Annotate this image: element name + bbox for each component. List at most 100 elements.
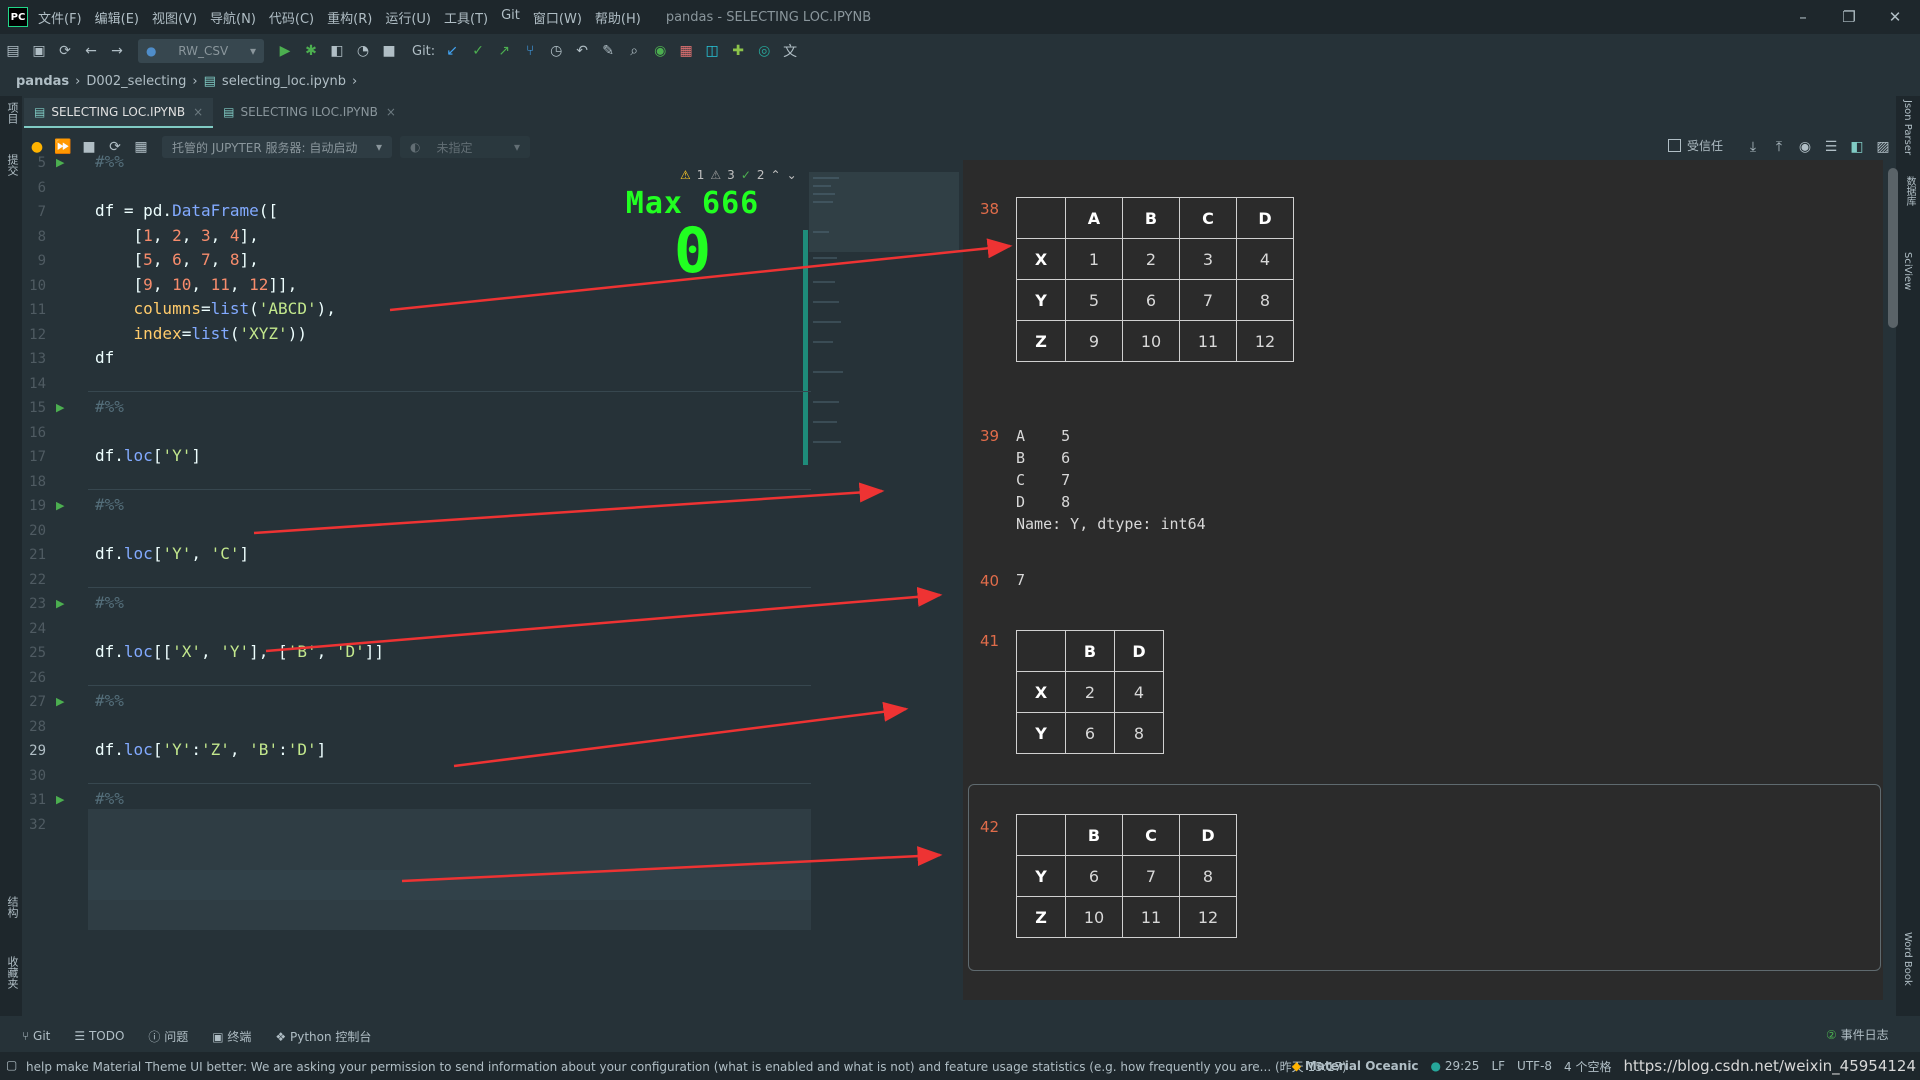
code-line[interactable]: #%% xyxy=(95,397,124,416)
split-view-icon[interactable]: ◧ xyxy=(1844,134,1870,160)
theme-indicator[interactable]: ◆ Material Oceanic xyxy=(1292,1059,1419,1073)
menu-item[interactable]: 视图(V) xyxy=(152,8,197,27)
minimize-button[interactable]: – xyxy=(1780,0,1826,34)
indent-setting[interactable]: 4 个空格 xyxy=(1564,1058,1611,1075)
sync-icon[interactable]: ⟳ xyxy=(52,38,78,64)
tab-selecting-loc[interactable]: ▤ SELECTING LOC.IPYNB × xyxy=(24,98,214,128)
code-line[interactable]: #%% xyxy=(95,593,124,612)
code-line[interactable]: index=list('XYZ')) xyxy=(95,324,307,343)
commit-tool-button[interactable]: 提交 xyxy=(4,154,20,176)
breadcrumb-project[interactable]: pandas xyxy=(16,74,69,89)
breadcrumb-folder[interactable]: D002_selecting xyxy=(86,74,186,89)
run-icon[interactable]: ▶ xyxy=(272,38,298,64)
save-all-icon[interactable]: ▣ xyxy=(26,38,52,64)
coverage-icon[interactable]: ◧ xyxy=(324,38,350,64)
debug-icon[interactable]: ✱ xyxy=(298,38,324,64)
download-icon[interactable]: ⤓ xyxy=(1740,134,1766,160)
code-line[interactable]: #%% xyxy=(95,789,124,808)
git-tool-button[interactable]: ⑂ Git xyxy=(22,1029,50,1043)
breadcrumb-file[interactable]: selecting_loc.ipynb xyxy=(222,74,346,89)
run-cell-icon[interactable]: ▶ xyxy=(56,401,64,414)
trusted-checkbox[interactable]: 受信任 xyxy=(1668,137,1723,154)
structure-icon[interactable]: ▦ xyxy=(673,38,699,64)
inspection-widget[interactable]: ⚠ 1 ⚠ 3 ✓ 2 ⌃ ⌄ xyxy=(680,166,810,184)
run-cell-icon[interactable]: ▶ xyxy=(56,695,64,708)
problems-tool-button[interactable]: ⓘ 问题 xyxy=(148,1028,188,1045)
restore-button[interactable]: ❐ xyxy=(1826,0,1872,34)
jupyter-server-select[interactable]: 托管的 JUPYTER 服务器: 自动启动 ▾ xyxy=(162,136,392,158)
variables-icon[interactable]: ▦ xyxy=(128,134,154,160)
sciview-tool-button[interactable]: SciView xyxy=(1902,252,1913,290)
menu-item[interactable]: 工具(T) xyxy=(444,8,488,27)
code-line[interactable]: #%% xyxy=(95,152,124,171)
search-icon[interactable]: ⌕ xyxy=(621,38,647,64)
menu-item[interactable]: 文件(F) xyxy=(38,8,82,27)
project-tool-button[interactable]: 项目 xyxy=(4,102,20,124)
profile-icon[interactable]: ◔ xyxy=(350,38,376,64)
database-tool-button[interactable]: 数据库 xyxy=(1902,176,1917,206)
code-line[interactable]: [5, 6, 7, 8], xyxy=(95,250,259,269)
run-cell-icon[interactable]: ▶ xyxy=(56,597,64,610)
run-cell-icon[interactable]: ▶ xyxy=(56,499,64,512)
code-line[interactable]: df.loc[['X', 'Y'], ['B', 'D']] xyxy=(95,642,384,661)
code-line[interactable]: #%% xyxy=(95,691,124,710)
code-line[interactable]: df = pd.DataFrame([ xyxy=(95,201,278,220)
menu-item[interactable]: 窗口(W) xyxy=(533,8,582,27)
menu-item[interactable]: 导航(N) xyxy=(210,8,256,27)
favorites-tool-button[interactable]: 收藏夹 xyxy=(4,956,20,989)
back-icon[interactable]: ← xyxy=(78,38,104,64)
run-cell-icon[interactable]: ▶ xyxy=(56,793,64,806)
tab-selecting-iloc[interactable]: ▤ SELECTING ILOC.IPYNB × xyxy=(213,98,406,126)
puzzle-icon[interactable]: ✚ xyxy=(725,38,751,64)
code-line[interactable]: df.loc['Y'] xyxy=(95,446,201,465)
code-line[interactable]: df.loc['Y':'Z', 'B':'D'] xyxy=(95,740,326,759)
git-update-icon[interactable]: ↙ xyxy=(439,38,465,64)
plugin-search-icon[interactable]: ◉ xyxy=(647,38,673,64)
editor-scrollbar[interactable] xyxy=(803,230,808,465)
translate-icon[interactable]: 文 xyxy=(777,38,803,64)
run-config-select[interactable]: ● RW_CSV ▾ xyxy=(138,39,264,63)
event-log-button[interactable]: ② 事件日志 xyxy=(1826,1026,1889,1043)
python-console-tool-button[interactable]: ❖ Python 控制台 xyxy=(275,1028,371,1045)
run-cell-icon[interactable]: ▶ xyxy=(56,156,64,169)
preview-eye-icon[interactable]: ◉ xyxy=(1792,134,1818,160)
menu-item[interactable]: 重构(R) xyxy=(327,8,372,27)
git-branch-icon[interactable]: ⑂ xyxy=(517,38,543,64)
code-line[interactable]: columns=list('ABCD'), xyxy=(95,299,336,318)
code-line[interactable]: df xyxy=(95,348,114,367)
rollback-icon[interactable]: ↶ xyxy=(569,38,595,64)
scan-icon[interactable]: ◎ xyxy=(751,38,777,64)
menu-item[interactable]: 编辑(E) xyxy=(95,8,139,27)
code-line[interactable]: df.loc['Y', 'C'] xyxy=(95,544,249,563)
git-push-icon[interactable]: ↗ xyxy=(491,38,517,64)
chevron-up-icon[interactable]: ⌃ xyxy=(771,168,781,182)
forward-icon[interactable]: → xyxy=(104,38,130,64)
menu-item[interactable]: 代码(C) xyxy=(269,8,314,27)
close-tab-icon[interactable]: × xyxy=(386,105,396,119)
menu-item[interactable]: 帮助(H) xyxy=(595,8,641,27)
word-book-tool-button[interactable]: Word Book xyxy=(1902,932,1913,986)
close-button[interactable]: ✕ xyxy=(1872,0,1918,34)
code-line[interactable]: #%% xyxy=(95,495,124,514)
output-scrollbar[interactable] xyxy=(1888,168,1898,328)
editor-only-icon[interactable]: ☰ xyxy=(1818,134,1844,160)
kernel-select[interactable]: ◐ 未指定 ▾ xyxy=(400,136,530,158)
git-commit-icon[interactable]: ✓ xyxy=(465,38,491,64)
preview-only-icon[interactable]: ▨ xyxy=(1870,134,1896,160)
todo-tool-button[interactable]: ☰ TODO xyxy=(74,1029,124,1043)
stop-icon[interactable]: ■ xyxy=(376,38,402,64)
menu-item[interactable]: Git xyxy=(501,8,520,27)
open-folder-icon[interactable]: ▤ xyxy=(0,38,26,64)
menu-item[interactable]: 运行(U) xyxy=(385,8,431,27)
file-encoding[interactable]: UTF-8 xyxy=(1517,1059,1552,1073)
structure-tool-button[interactable]: 结构 xyxy=(4,896,20,918)
upload-icon[interactable]: ⤒ xyxy=(1766,134,1792,160)
terminal-tool-button[interactable]: ▣ 终端 xyxy=(212,1028,251,1045)
code-line[interactable]: [1, 2, 3, 4], xyxy=(95,226,259,245)
jupyter-icon[interactable]: ◫ xyxy=(699,38,725,64)
cursor-position[interactable]: ● 29:25 xyxy=(1431,1059,1480,1073)
close-tab-icon[interactable]: × xyxy=(193,105,203,119)
line-separator[interactable]: LF xyxy=(1491,1059,1505,1073)
history-icon[interactable]: ◷ xyxy=(543,38,569,64)
chevron-down-icon[interactable]: ⌄ xyxy=(787,168,797,182)
